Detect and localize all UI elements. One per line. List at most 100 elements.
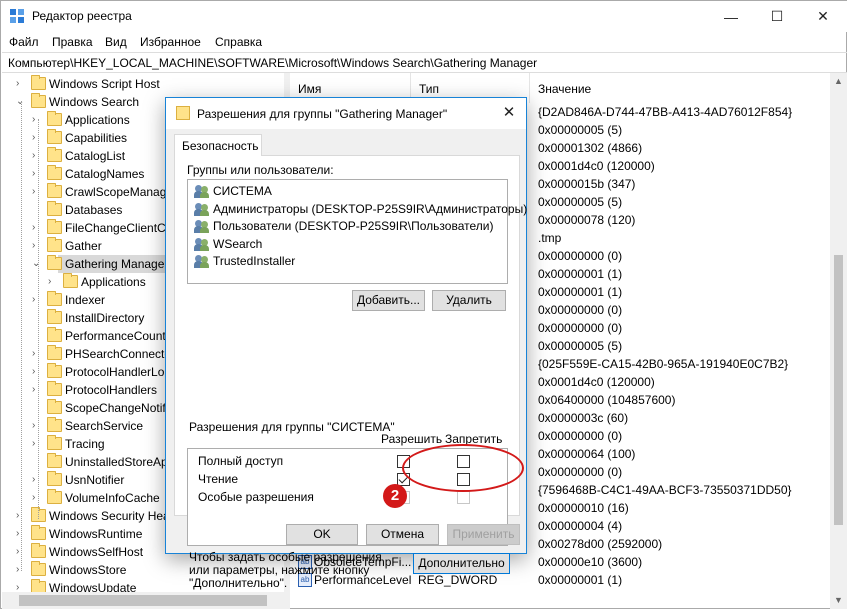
tree-item-label: Applications xyxy=(81,275,146,289)
column-value[interactable]: Значение xyxy=(530,73,830,103)
menu-bar: Файл Правка Вид Избранное Справка xyxy=(1,32,847,52)
chevron-right-icon[interactable]: › xyxy=(32,384,41,396)
tree-item-label: UninstalledStoreAp xyxy=(65,455,168,469)
tree-item-label: PHSearchConnecto xyxy=(65,347,172,361)
tree-item[interactable]: ⌄ Gathering Manager xyxy=(32,255,168,273)
add-button[interactable]: Добавить... xyxy=(352,290,425,311)
users-list[interactable]: СИСТЕМА Администраторы (DESKTOP-P25S9IR\А… xyxy=(187,179,527,284)
chevron-right-icon[interactable]: › xyxy=(32,186,41,198)
chevron-right-icon[interactable]: › xyxy=(32,150,41,162)
chevron-right-icon[interactable]: › xyxy=(16,78,25,90)
menu-edit[interactable]: Правка xyxy=(52,35,93,49)
list-vertical-scrollbar[interactable]: ▲ ▼ xyxy=(830,73,847,609)
permission-label: Полный доступ xyxy=(198,454,284,468)
cancel-button[interactable]: Отмена xyxy=(366,524,439,545)
chevron-right-icon[interactable]: › xyxy=(32,168,41,180)
type-cell: REG_DWORD xyxy=(418,573,498,587)
chevron-right-icon[interactable]: › xyxy=(32,222,41,234)
value-cell: 0x06400000 (104857600) xyxy=(538,393,676,407)
title-bar: Редактор реестра — ☐ ✕ xyxy=(1,1,847,32)
tree-item-label: ProtocolHandlers xyxy=(65,383,158,397)
chevron-right-icon[interactable]: › xyxy=(32,240,41,252)
tree-item-label: WindowsRuntime xyxy=(49,527,143,541)
value-cell: {D2AD846A-D744-47BB-A413-4AD76012F854} xyxy=(538,105,793,119)
chevron-right-icon[interactable]: › xyxy=(48,276,57,288)
dialog-title-bar: Разрешения для группы "Gathering Manager… xyxy=(166,98,526,129)
chevron-right-icon[interactable]: › xyxy=(32,132,41,144)
folder-icon xyxy=(47,129,62,144)
folder-icon xyxy=(47,399,62,414)
chevron-right-icon[interactable]: › xyxy=(32,438,41,450)
user-label: Администраторы (DESKTOP-P25S9IR\Админист… xyxy=(213,201,528,216)
menu-view[interactable]: Вид xyxy=(105,35,127,49)
special-permissions-hint: Чтобы задать особые разрешения или парам… xyxy=(189,550,382,590)
perm-label: Разрешения для группы "СИСТЕМА" xyxy=(189,420,395,434)
folder-icon xyxy=(47,183,62,198)
maximize-button[interactable]: ☐ xyxy=(754,1,800,32)
chevron-right-icon[interactable]: › xyxy=(32,348,41,360)
permission-label: Чтение xyxy=(198,472,239,486)
chevron-right-icon[interactable]: › xyxy=(32,492,41,504)
folder-icon xyxy=(47,381,62,396)
chevron-right-icon[interactable]: › xyxy=(32,114,41,126)
tree-item-label: CatalogList xyxy=(65,149,126,163)
registry-app-icon xyxy=(10,9,24,23)
users-group-icon xyxy=(194,255,210,268)
menu-favorites[interactable]: Избранное xyxy=(140,35,201,49)
folder-icon xyxy=(47,219,62,234)
scroll-thumb[interactable] xyxy=(19,595,267,606)
users-group-icon xyxy=(194,220,210,233)
menu-file[interactable]: Файл xyxy=(9,35,39,49)
folder-icon xyxy=(31,93,46,108)
advanced-button[interactable]: Дополнительно xyxy=(413,553,510,574)
folder-icon xyxy=(47,237,62,252)
window-title: Редактор реестра xyxy=(32,9,132,23)
scroll-thumb[interactable] xyxy=(834,255,843,525)
value-cell: 0x00000001 (1) xyxy=(538,573,623,587)
folder-icon xyxy=(31,543,46,558)
tree-horizontal-scrollbar[interactable] xyxy=(2,592,284,609)
groups-label: Группы или пользователи: xyxy=(187,163,334,177)
value-cell: 0x00000e10 (3600) xyxy=(538,555,643,569)
value-cell: 0x00000005 (5) xyxy=(538,123,623,137)
folder-icon xyxy=(31,75,46,90)
minimize-button[interactable]: — xyxy=(708,1,754,32)
menu-help[interactable]: Справка xyxy=(215,35,262,49)
scroll-up-arrow-icon[interactable]: ▲ xyxy=(830,73,847,90)
remove-button[interactable]: Удалить xyxy=(432,290,506,311)
user-label: TrustedInstaller xyxy=(213,254,296,268)
tree-item-label: Indexer xyxy=(65,293,106,307)
tree-item-label: ProtocolHandlerLo xyxy=(65,365,165,379)
tree-item-label: FileChangeClientCo xyxy=(65,221,173,235)
chevron-right-icon[interactable]: › xyxy=(32,366,41,378)
tree-item-label: ScopeChangeNotif xyxy=(65,401,166,415)
value-cell: 0x00000078 (120) xyxy=(538,213,636,227)
ok-button[interactable]: OK xyxy=(286,524,358,545)
folder-icon xyxy=(47,417,62,432)
address-bar[interactable]: Компьютер\HKEY_LOCAL_MACHINE\SOFTWARE\Mi… xyxy=(2,52,847,73)
folder-icon xyxy=(47,165,62,180)
tab-security[interactable]: Безопасность xyxy=(174,134,262,156)
tree-item-label: Tracing xyxy=(65,437,105,451)
dialog-close-button[interactable]: ✕ xyxy=(496,102,522,124)
dialog-title: Разрешения для группы "Gathering Manager… xyxy=(197,107,448,121)
close-button[interactable]: ✕ xyxy=(800,1,846,32)
scroll-down-arrow-icon[interactable]: ▼ xyxy=(830,592,847,609)
value-cell: 0x00000005 (5) xyxy=(538,339,623,353)
chevron-right-icon[interactable]: › xyxy=(32,420,41,432)
value-cell: 0x00000001 (1) xyxy=(538,267,623,281)
value-cell: 0x00000000 (0) xyxy=(538,321,623,335)
tree-item[interactable]: › Windows Script Host xyxy=(2,75,284,93)
tree-item-label: SearchService xyxy=(65,419,144,433)
value-cell: {025F559E-CA15-42B0-965A-191940E0C7B2} xyxy=(538,357,789,371)
chevron-right-icon[interactable]: › xyxy=(32,294,41,306)
apply-button[interactable]: Применить xyxy=(447,524,520,545)
deny-checkbox xyxy=(457,491,470,504)
tree-item-label: WindowsStore xyxy=(49,563,127,577)
folder-icon xyxy=(47,435,62,450)
value-cell: 0x00000000 (0) xyxy=(538,429,623,443)
chevron-down-icon[interactable]: ⌄ xyxy=(32,258,41,270)
folder-icon xyxy=(31,561,46,576)
chevron-right-icon[interactable]: › xyxy=(32,474,41,486)
tree-item-label: CatalogNames xyxy=(65,167,145,181)
